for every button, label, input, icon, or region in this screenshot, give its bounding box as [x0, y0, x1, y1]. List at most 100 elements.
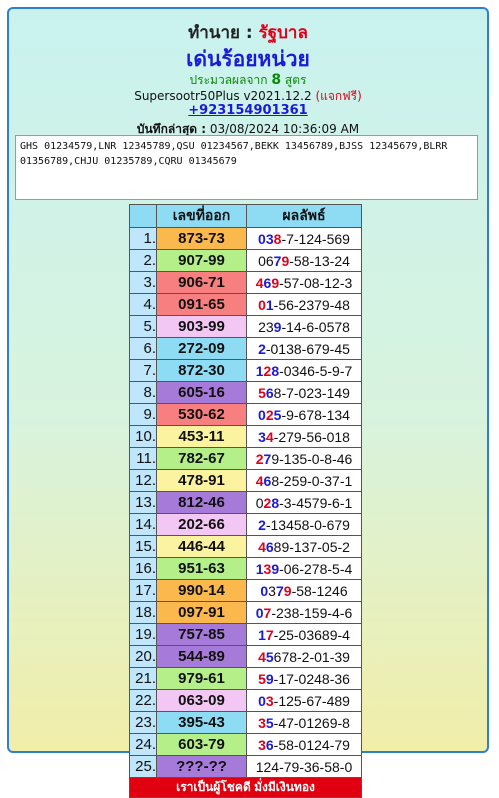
result-segment: -0346-5-9-7 [279, 362, 353, 379]
row-index: 9. [129, 403, 157, 426]
phone-link[interactable]: +923154901361 [9, 103, 487, 118]
result-segment: 4 [265, 428, 274, 445]
row-number: 544-89 [156, 645, 247, 668]
result-segment: 2 [258, 340, 266, 357]
result-segment: 4 [255, 472, 264, 489]
main-panel: ทำนาย : รัฐบาล เด่นร้อยหน่วย ประมวลผลจาก… [7, 7, 489, 798]
row-index: 8. [129, 381, 157, 404]
result-segment: 0 [255, 604, 264, 621]
result-segment: 1 [258, 626, 266, 643]
row-index: 20. [129, 645, 157, 668]
result-segment: -14-6-0578 [281, 318, 350, 335]
row-result: 0379-58-1246 [246, 579, 362, 602]
row-number: 453-11 [156, 425, 247, 448]
result-segment: 2 [258, 516, 266, 533]
result-segment: 06 [258, 252, 274, 269]
header-index [129, 204, 157, 228]
result-segment: 8 [271, 494, 280, 511]
forecast-value: รัฐบาล [258, 23, 308, 43]
row-number: 097-91 [156, 601, 247, 624]
table-row: 23. 395-43 35-47-01269-8 [129, 711, 362, 734]
result-segment: 8-7-023-149 [273, 384, 350, 401]
result-segment: 6 [265, 736, 274, 753]
table-row: 20. 544-89 45678-2-01-39 [129, 645, 362, 668]
row-index: 10. [129, 425, 157, 448]
result-segment: 3 [258, 736, 266, 753]
result-segment: -58-13-24 [289, 252, 350, 269]
table-row: 5. 903-99 239-14-6-0578 [129, 315, 362, 338]
table-row: 13. 812-46 028-3-4579-6-1 [129, 491, 362, 514]
result-segment: -56-2379-48 [273, 296, 350, 313]
row-number: 907-99 [156, 249, 247, 272]
row-number: 478-91 [156, 469, 247, 492]
result-segment: 1 [255, 560, 264, 577]
forecast-line: ทำนาย : รัฐบาล [9, 19, 487, 46]
table-header-row: เลขที่ออก ผลลัพธ์ [129, 204, 362, 228]
table-row: 21. 979-61 59-17-0248-36 [129, 667, 362, 690]
row-result: 279-135-0-8-46 [246, 447, 362, 470]
row-index: 23. [129, 711, 157, 734]
result-segment: 4 [258, 648, 266, 665]
row-index: 18. [129, 601, 157, 624]
row-number: 530-62 [156, 403, 247, 426]
result-segment: 6 [265, 538, 274, 555]
row-number: 063-09 [156, 689, 247, 712]
row-number: 782-67 [156, 447, 247, 470]
result-segment: -25-03689-4 [273, 626, 350, 643]
table-row: 11. 782-67 279-135-0-8-46 [129, 447, 362, 470]
result-segment: 9 [283, 582, 292, 599]
row-index: 24. [129, 733, 157, 756]
row-index: 6. [129, 337, 157, 360]
result-segment: -125-67-489 [273, 692, 350, 709]
forecast-label: ทำนาย : [188, 23, 253, 43]
table-row: 16. 951-63 139-06-278-5-4 [129, 557, 362, 580]
row-number: 979-61 [156, 667, 247, 690]
row-result: 468-259-0-37-1 [246, 469, 362, 492]
row-index: 17. [129, 579, 157, 602]
row-index: 7. [129, 359, 157, 382]
saved-label: บันทึกล่าสุด : [136, 122, 207, 136]
result-segment: 6 [265, 384, 274, 401]
table-row: 1. 873-73 038-7-124-569 [129, 227, 362, 250]
row-index: 3. [129, 271, 157, 294]
result-segment: -17-0248-36 [273, 670, 350, 687]
result-segment: -279-56-018 [273, 428, 350, 445]
row-index: 4. [129, 293, 157, 316]
table-row: 18. 097-91 07-238-159-4-6 [129, 601, 362, 624]
row-index: 2. [129, 249, 157, 272]
result-segment: -06-278-5-4 [279, 560, 353, 577]
row-result: 128-0346-5-9-7 [246, 359, 362, 382]
row-number: 395-43 [156, 711, 247, 734]
result-segment: 5 [258, 670, 266, 687]
result-segment: -58-1246 [291, 582, 348, 599]
table-row: 7. 872-30 128-0346-5-9-7 [129, 359, 362, 382]
header-result: ผลลัพธ์ [246, 204, 362, 228]
row-number: 873-73 [156, 227, 247, 250]
result-segment: 3 [258, 714, 266, 731]
calc-prefix: ประมวลผลจาก [189, 73, 268, 87]
footer-banner: เราเป็นผู้โชคดี มั่งมีเงินทอง [129, 777, 362, 798]
table-row: 9. 530-62 025-9-678-134 [129, 403, 362, 426]
result-segment: 4 [255, 274, 264, 291]
result-segment: 3 [268, 582, 276, 599]
result-segment: 2 [265, 406, 274, 423]
calc-suffix: สูตร [284, 73, 307, 87]
row-result: 07-238-159-4-6 [246, 601, 362, 624]
result-segment: 3 [265, 692, 274, 709]
row-number: 446-44 [156, 535, 247, 558]
row-result: 59-17-0248-36 [246, 667, 362, 690]
row-index: 19. [129, 623, 157, 646]
row-result: 36-58-0124-79 [246, 733, 362, 756]
result-segment: 7 [275, 582, 284, 599]
table-row: 19. 757-85 17-25-03689-4 [129, 623, 362, 646]
row-result: 0679-58-13-24 [246, 249, 362, 272]
result-segment: 3 [258, 428, 266, 445]
result-segment: 7 [265, 626, 274, 643]
notes-textarea[interactable] [15, 135, 478, 200]
result-segment: 5 [265, 648, 274, 665]
result-segment: -47-01269-8 [273, 714, 350, 731]
row-result: 025-9-678-134 [246, 403, 362, 426]
row-result: 03-125-67-489 [246, 689, 362, 712]
result-segment: 0 [258, 230, 266, 247]
result-segment: 23 [258, 318, 274, 335]
